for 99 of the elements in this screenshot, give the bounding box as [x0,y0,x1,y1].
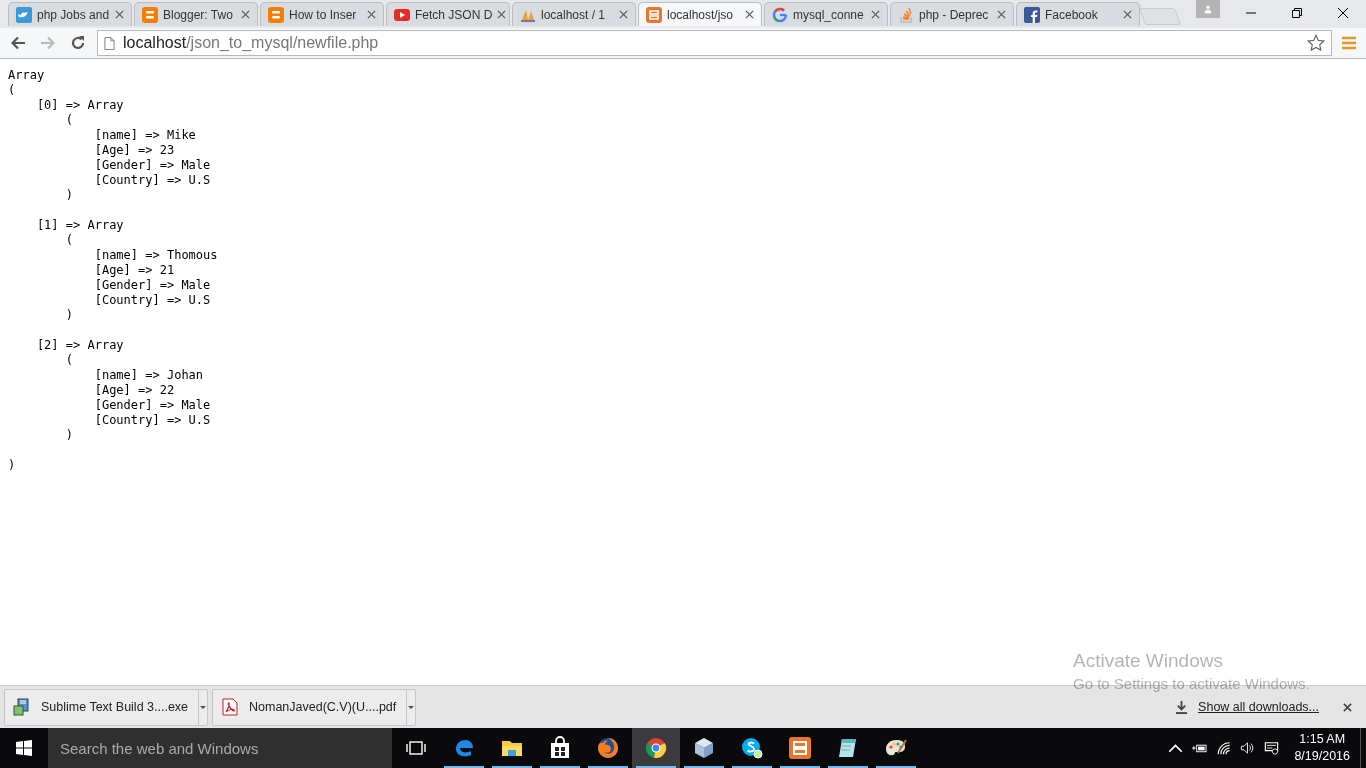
code-line: ( [8,83,16,98]
browser-tab[interactable]: Facebook [1016,2,1140,26]
star-icon[interactable] [1307,34,1325,52]
code-line: [2] => Array [35,338,124,353]
code-line: [Gender] => Male [93,158,211,173]
code-line: [Gender] => Male [93,278,211,293]
code-line: [name] => Thomous [93,248,218,263]
clock[interactable]: 1:15 AM 8/19/2016 [1294,731,1350,765]
close-icon[interactable] [497,10,507,19]
bird-icon [16,6,32,23]
code-line: [Gender] => Male [93,398,211,413]
blogger-icon [268,6,284,23]
url-text: localhost/json_to_mysql/newfile.php [123,34,380,52]
tab-title: localhost/jso [667,7,735,22]
forward-arrow-icon [40,35,56,51]
chrome-icon [644,736,668,760]
code-line: ) [64,308,74,323]
code-line: [Country] => U.S [93,413,211,428]
browser-tab[interactable]: php Jobs and [8,2,132,26]
code-line: [1] => Array [35,218,124,233]
wifi-icon[interactable] [1216,741,1232,755]
search-field[interactable]: Search the web and Windows [48,728,392,768]
code-line: [Country] => U.S [93,293,211,308]
tab-title: Facebook [1045,7,1099,22]
code-line: [Country] => U.S [93,173,211,188]
taskbar-app-button[interactable] [632,728,680,768]
close-icon[interactable] [619,10,628,19]
page-icon [104,36,115,50]
browser-tab[interactable]: localhost / 1 [512,2,636,26]
code-line: [Age] => 23 [93,143,175,158]
code-line: ) [64,428,74,443]
cube-icon [692,736,716,760]
browser-tab[interactable]: localhost/jso [638,2,762,26]
notification-icon[interactable] [1264,741,1280,755]
close-icon[interactable] [871,10,880,19]
close-icon[interactable] [997,10,1006,19]
code-line: ( [64,353,74,368]
code-line: ) [8,458,16,473]
task-view-icon [406,740,426,756]
chevron-up-icon[interactable] [1168,741,1184,755]
close-icon[interactable] [1123,10,1132,19]
shopping-bag-icon [548,736,572,760]
close-icon [1338,8,1348,18]
video-play-icon [394,6,410,23]
windows-logo-icon [16,740,32,756]
tab-title: mysql_conne [793,7,865,22]
code-line: Array [8,68,45,83]
browser-tab[interactable]: Blogger: Two [134,2,258,26]
code-line: ( [64,113,74,128]
installer-icon [13,698,31,716]
close-icon[interactable] [745,10,754,19]
browser-tab[interactable]: php - Deprec [890,2,1014,26]
close-icon[interactable] [1343,702,1352,712]
tab-title: php - Deprec [919,7,990,22]
tab-title: localhost / 1 [541,7,607,22]
close-icon[interactable] [115,10,124,19]
browser-tab[interactable]: Fetch JSON D [386,2,510,26]
download-item[interactable]: Sublime Text Build 3....exe [4,688,208,726]
clock-date: 8/19/2016 [1294,748,1350,765]
restore-icon [1292,8,1302,18]
g-logo-icon [772,6,788,23]
facebook-icon [1024,6,1040,23]
tab-title: php Jobs and [37,7,110,22]
caret-icon [200,705,207,709]
tab-title: Fetch JSON D [415,7,493,22]
download-icon [1175,700,1189,714]
browser-tab[interactable]: How to Inser [260,2,384,26]
download-item[interactable]: NomanJaved(C.V)(U....pdf [212,688,416,726]
reload-icon [70,35,86,51]
code-line: [Age] => 22 [93,383,175,398]
xampp-icon [646,6,662,23]
person-icon [1203,4,1213,14]
caret-icon [408,705,415,709]
code-line: [0] => Array [35,98,124,113]
code-line: [name] => Johan [93,368,204,383]
volume-icon[interactable] [1240,741,1256,755]
clock-time: 1:15 AM [1299,731,1346,748]
code-line: [Age] => 21 [93,263,175,278]
code-line: ) [64,188,74,203]
address-bar[interactable]: localhost/json_to_mysql/newfile.php [97,30,1332,56]
close-icon[interactable] [241,10,250,19]
blogger-icon [142,6,158,23]
activation-message: Go to Settings to activate Windows. [1073,675,1310,692]
close-icon[interactable] [367,10,376,19]
stack-icon [898,6,914,23]
xampp-icon [788,736,812,760]
show-all-downloads-link[interactable]: Show all downloads... [1198,700,1319,714]
tab-title: How to Inser [289,7,358,22]
file-name: NomanJaved(C.V)(U....pdf [249,700,397,714]
tab-title: Blogger: Two [163,7,234,22]
activation-title: Activate Windows [1073,650,1224,672]
pdf-icon [221,698,239,716]
browser-tab[interactable]: mysql_conne [764,2,888,26]
firefox-icon [596,736,620,760]
code-line: [name] => Mike [93,128,196,143]
file-name: Sublime Text Build 3....exe [41,700,189,714]
code-line: ( [64,233,74,248]
back-arrow-icon [10,35,26,51]
skype-icon [740,736,764,760]
